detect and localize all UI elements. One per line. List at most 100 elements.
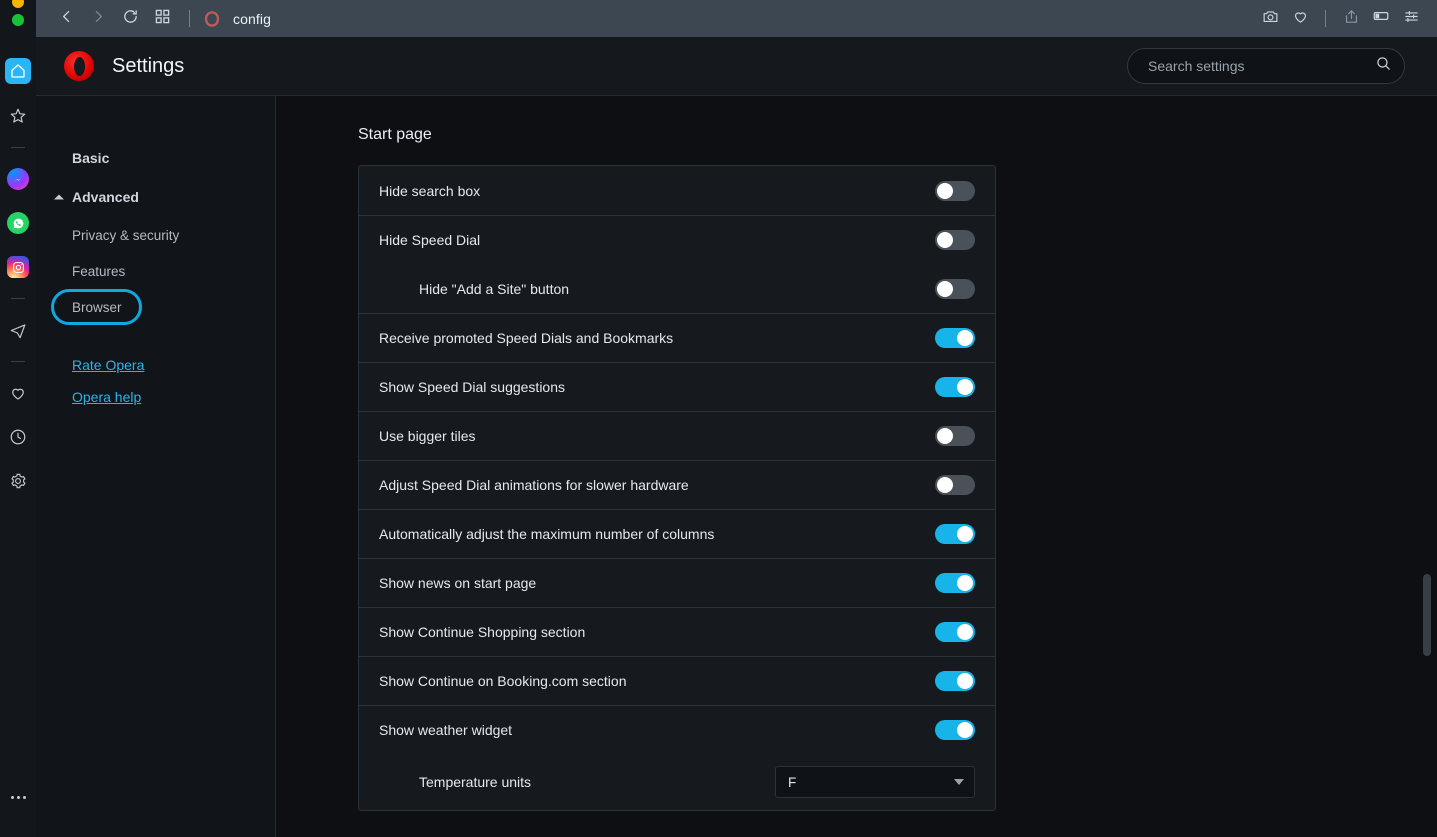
setting-label: Show Continue Shopping section	[379, 624, 586, 640]
setting-toggle[interactable]	[935, 230, 975, 250]
toggle-knob	[937, 232, 953, 248]
setting-label: Show news on start page	[379, 575, 537, 591]
rail-item-history[interactable]	[6, 425, 30, 449]
rail-more-button[interactable]	[10, 796, 26, 799]
settings-row: Show weather widget	[359, 705, 995, 754]
section-title: Start page	[358, 126, 432, 143]
setting-toggle[interactable]	[935, 524, 975, 544]
tab-overview-button[interactable]	[148, 6, 176, 32]
gear-icon	[9, 472, 27, 490]
settings-nav: Basic Advanced Privacy & security Featur…	[36, 96, 276, 837]
messenger-icon	[7, 168, 29, 190]
setting-label: Adjust Speed Dial animations for slower …	[379, 477, 689, 493]
sidebar-item-browser[interactable]: Browser	[36, 289, 275, 325]
home-icon	[10, 63, 26, 79]
setting-label: Receive promoted Speed Dials and Bookmar…	[379, 330, 674, 346]
window-traffic-lights	[12, 0, 24, 32]
setting-toggle[interactable]	[935, 720, 975, 740]
forward-button[interactable]	[84, 6, 112, 32]
settings-row: Show news on start page	[359, 558, 995, 607]
sidebar-item-features[interactable]: Features	[36, 253, 275, 289]
toolbar-divider-2	[1325, 10, 1326, 27]
chevron-left-icon	[58, 8, 75, 30]
search-settings-box[interactable]	[1127, 48, 1405, 84]
sidebar-item-label: Privacy & security	[72, 227, 180, 243]
settings-row: Temperature units F	[359, 754, 995, 810]
setting-label: Show Continue on Booking.com section	[379, 673, 627, 689]
setting-toggle[interactable]	[935, 475, 975, 495]
tab-title[interactable]: config	[233, 11, 271, 27]
settings-body: Basic Advanced Privacy & security Featur…	[36, 96, 1437, 837]
sidebar-item-privacy-security[interactable]: Privacy & security	[36, 217, 275, 253]
share-button[interactable]	[1337, 6, 1365, 32]
settings-row: Receive promoted Speed Dials and Bookmar…	[359, 313, 995, 362]
toggle-knob	[957, 722, 973, 738]
toggle-knob	[937, 182, 953, 199]
heart-icon	[9, 384, 27, 402]
rate-opera-link[interactable]: Rate Opera	[36, 349, 275, 381]
rail-item-home[interactable]	[5, 58, 31, 84]
vertical-scrollbar-thumb[interactable]	[1423, 574, 1431, 656]
rail-item-telegram[interactable]	[6, 318, 30, 342]
search-input[interactable]	[1148, 58, 1375, 74]
setting-toggle[interactable]	[935, 328, 975, 348]
rail-item-settings[interactable]	[6, 469, 30, 493]
telegram-icon	[9, 321, 28, 340]
toggle-knob	[957, 673, 973, 689]
clock-icon	[9, 428, 27, 446]
rail-item-whatsapp[interactable]	[6, 211, 30, 235]
settings-row: Hide search box	[359, 166, 995, 215]
setting-toggle[interactable]	[935, 180, 975, 201]
rail-item-instagram[interactable]	[6, 255, 30, 279]
setting-label: Hide Speed Dial	[379, 232, 481, 248]
rail-divider-2	[11, 298, 25, 299]
reload-icon	[122, 8, 139, 30]
settings-group: Hide search box Hide Speed Dial Hide "Add …	[358, 165, 996, 811]
setting-toggle[interactable]	[935, 671, 975, 691]
maximize-button[interactable]	[12, 14, 24, 26]
setting-toggle[interactable]	[935, 278, 975, 299]
rail-item-speed-dial[interactable]	[6, 104, 30, 128]
settings-row: Show Continue Shopping section	[359, 607, 995, 656]
settings-row: Use bigger tiles	[359, 411, 995, 460]
easy-setup-button[interactable]	[1397, 6, 1425, 32]
toggle-knob	[957, 575, 973, 591]
search-icon[interactable]	[1375, 55, 1392, 77]
setting-toggle[interactable]	[935, 622, 975, 642]
toggle-knob	[957, 624, 973, 640]
temperature-units-select[interactable]: F	[775, 766, 975, 798]
sidebar-item-label: Advanced	[72, 189, 139, 205]
sidebar-item-basic[interactable]: Basic	[36, 140, 275, 176]
setting-toggle[interactable]	[935, 426, 975, 446]
browser-window: config Settings Search settings Basic Ad…	[36, 0, 1437, 837]
setting-toggle[interactable]	[935, 573, 975, 593]
toggle-knob	[957, 379, 973, 395]
back-button[interactable]	[52, 6, 80, 32]
more-dots-icon	[10, 796, 26, 799]
grid-icon	[155, 9, 170, 29]
favorites-button[interactable]	[1286, 6, 1314, 32]
snapshot-icon	[1262, 8, 1279, 30]
browser-toolbar: config	[36, 0, 1437, 37]
minimize-button[interactable]	[12, 0, 24, 8]
rail-item-messenger[interactable]	[6, 167, 30, 191]
search-settings-wrap	[1127, 48, 1405, 84]
reload-button[interactable]	[116, 6, 144, 32]
sidebar-panel-button[interactable]	[1367, 6, 1395, 32]
setting-toggle[interactable]	[935, 377, 975, 397]
opera-help-link[interactable]: Opera help	[36, 381, 275, 413]
sidebar-item-advanced[interactable]: Advanced	[36, 179, 275, 215]
setting-label: Show weather widget	[379, 722, 513, 738]
sidebar-item-label: Basic	[72, 150, 110, 166]
settings-row: Adjust Speed Dial animations for slower …	[359, 460, 995, 509]
settings-row: Show Continue on Booking.com section	[359, 656, 995, 705]
toggle-knob	[957, 526, 973, 542]
easy-setup-icon	[1403, 8, 1420, 30]
toggle-knob	[937, 428, 953, 444]
instagram-icon	[7, 256, 29, 278]
chevron-right-icon	[90, 8, 107, 30]
rail-item-favorites[interactable]	[6, 381, 30, 405]
toolbar-divider	[189, 10, 190, 27]
setting-label: Hide search box	[379, 182, 481, 199]
snapshot-button[interactable]	[1256, 6, 1284, 32]
